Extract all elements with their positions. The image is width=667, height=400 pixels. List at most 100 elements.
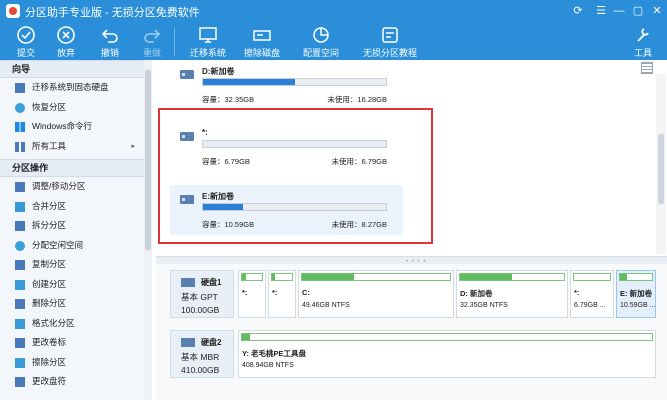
partition-usage-fill [203, 79, 295, 85]
sidebar-item-split[interactable]: 拆分分区 [0, 216, 151, 236]
sidebar-item-format[interactable]: 格式化分区 [0, 314, 151, 334]
disk-info-2[interactable]: 硬盘2 基本 MBR 410.00GB [170, 330, 234, 378]
wizard-section-header: 向导 [0, 60, 151, 78]
refresh-icon[interactable]: ⟳ [570, 3, 586, 19]
redo-icon [144, 29, 161, 43]
disk-name: 硬盘2 [201, 338, 222, 347]
resize-icon [15, 182, 25, 192]
redo-label: 重做 [142, 48, 161, 58]
chevron-right-icon: ▸ [131, 142, 135, 150]
disk-partition-size: 6.79GB ... [574, 302, 606, 309]
disk-partition-label: *: [242, 288, 248, 297]
allocate-icon [15, 240, 25, 251]
disk-partition[interactable]: *: [268, 270, 296, 318]
sidebar-item-label: 分配空闲空间 [32, 239, 84, 250]
tools-button[interactable]: 工具 [622, 22, 664, 60]
migrate-os-button[interactable]: 迁移系统 [182, 22, 234, 60]
sidebar-item-merge[interactable]: 合并分区 [0, 197, 151, 217]
disk-info-1[interactable]: 硬盘1 基本 GPT 100.00GB [170, 270, 234, 318]
copy-icon [15, 260, 25, 270]
sidebar-item-drive-letter[interactable]: 更改盘符 [0, 372, 151, 392]
sidebar-item-label: 合并分区 [32, 200, 67, 211]
sidebar-item-label: 更改卷标 [32, 337, 67, 347]
sidebar-item-wipe[interactable]: 擦除分区 [0, 353, 151, 373]
label-icon [15, 338, 25, 348]
minimize-button[interactable]: — [611, 3, 627, 19]
menu-icon[interactable]: ☰ [593, 3, 609, 19]
disk-partition[interactable]: *: [238, 270, 266, 318]
app-logo-icon [6, 4, 20, 18]
disk-partition-label: D: 新加卷 [460, 289, 493, 298]
wipe-icon [15, 357, 25, 368]
disk-partition-bar [301, 273, 451, 281]
split-icon [15, 221, 25, 231]
disk-name: 硬盘1 [201, 278, 222, 287]
disk-partition-label: E: 新加卷 [620, 289, 653, 298]
window-title: 分区助手专业版 - 无损分区免费软件 [25, 7, 200, 19]
wipe-disk-label: 擦除磁盘 [243, 48, 280, 58]
sidebar-item-copy[interactable]: 复制分区 [0, 255, 151, 275]
disk-partition-fill [242, 334, 251, 340]
tutorial-button[interactable]: 无损分区教程 [362, 22, 418, 60]
pane-splitter[interactable]: • • • • [156, 256, 667, 265]
main-scrollbar[interactable] [656, 74, 666, 254]
partition-card-d[interactable]: D:新加卷 容量：32.35GB 未使用：16.28GB [170, 60, 403, 110]
partition-icon [180, 70, 194, 79]
sidebar-item-create[interactable]: 创建分区 [0, 275, 151, 295]
sidebar-item-resize[interactable]: 调整/移动分区 [0, 177, 151, 197]
allocate-space-label: 配置空间 [302, 48, 339, 58]
redo-button[interactable]: 重做 [126, 22, 178, 60]
disk-map: 硬盘1 基本 GPT 100.00GB *: *: C: 49.46GB NTF… [156, 264, 667, 400]
maximize-button[interactable]: ▢ [630, 3, 646, 19]
close-button[interactable]: ✕ [649, 3, 665, 19]
disk-icon [181, 338, 195, 347]
wipe-disk-icon [253, 30, 271, 41]
windows-icon [15, 122, 25, 132]
tutorial-icon [382, 27, 398, 43]
partition-usage-bar [202, 78, 387, 86]
sidebar-item-delete[interactable]: 删除分区 [0, 294, 151, 314]
migrate-os-icon [199, 27, 217, 43]
sidebar: 向导 迁移系统到固态硬盘 恢复分区 Windows命令行 所有工具 ▸ 分区操作… [0, 60, 152, 400]
disk-partition-bar [573, 273, 611, 281]
disk-partition-selected[interactable]: E: 新加卷 10.59GB ... [616, 270, 656, 318]
partition-free: 未使用：16.28GB [327, 95, 387, 104]
allocate-space-button[interactable]: 配置空间 [295, 22, 347, 60]
disk-partition[interactable]: Y: 老毛桃PE工具盘 408.94GB NTFS [238, 330, 656, 378]
allocate-space-icon [313, 27, 329, 43]
sidebar-item-change-label[interactable]: 更改卷标 [0, 333, 151, 353]
sidebar-scrollbar[interactable] [144, 60, 152, 400]
sidebar-item-label: 拆分分区 [32, 220, 67, 230]
disk-partition-size: 10.59GB ... [620, 302, 656, 309]
list-view-icon[interactable] [641, 62, 653, 74]
merge-icon [15, 201, 25, 212]
disk-partition[interactable]: C: 49.46GB NTFS [298, 270, 454, 318]
format-icon [15, 318, 25, 329]
sidebar-item-label: 擦除分区 [32, 356, 67, 367]
sidebar-item-restore-partition[interactable]: 恢复分区 [0, 98, 151, 118]
main-scrollbar-thumb[interactable] [658, 134, 664, 204]
disk-partition-bar [271, 273, 293, 281]
partition-capacity: 容量：32.35GB [202, 95, 255, 104]
sidebar-item-label: Windows命令行 [32, 121, 92, 131]
sidebar-item-windows-cmd[interactable]: Windows命令行 [0, 117, 151, 137]
wipe-disk-button[interactable]: 擦除磁盘 [236, 22, 288, 60]
tutorial-label: 无损分区教程 [362, 48, 417, 58]
toolbar-divider [174, 28, 175, 56]
delete-icon [15, 299, 25, 309]
disk-partition-fill [460, 274, 512, 280]
disk-partition[interactable]: *: 6.79GB ... [570, 270, 614, 318]
title-bar: 分区助手专业版 - 无损分区免费软件 ⟳ ☰ — ▢ ✕ [0, 0, 667, 22]
sidebar-item-migrate-ssd[interactable]: 迁移系统到固态硬盘 [0, 78, 151, 98]
partition-name: D:新加卷 [202, 67, 235, 76]
sidebar-item-label: 恢复分区 [32, 101, 67, 112]
sidebar-item-label: 删除分区 [32, 298, 67, 308]
sidebar-item-allocate[interactable]: 分配空闲空间 [0, 236, 151, 256]
sidebar-item-all-tools[interactable]: 所有工具 ▸ [0, 137, 151, 157]
disk-partition[interactable]: D: 新加卷 32.35GB NTFS [456, 270, 568, 318]
grid-icon [15, 141, 25, 152]
disk-partition-label: *: [574, 288, 580, 297]
disk-partition-size: 32.35GB NTFS [460, 302, 508, 309]
migrate-os-label: 迁移系统 [189, 48, 226, 58]
sidebar-scrollbar-thumb[interactable] [145, 70, 151, 250]
